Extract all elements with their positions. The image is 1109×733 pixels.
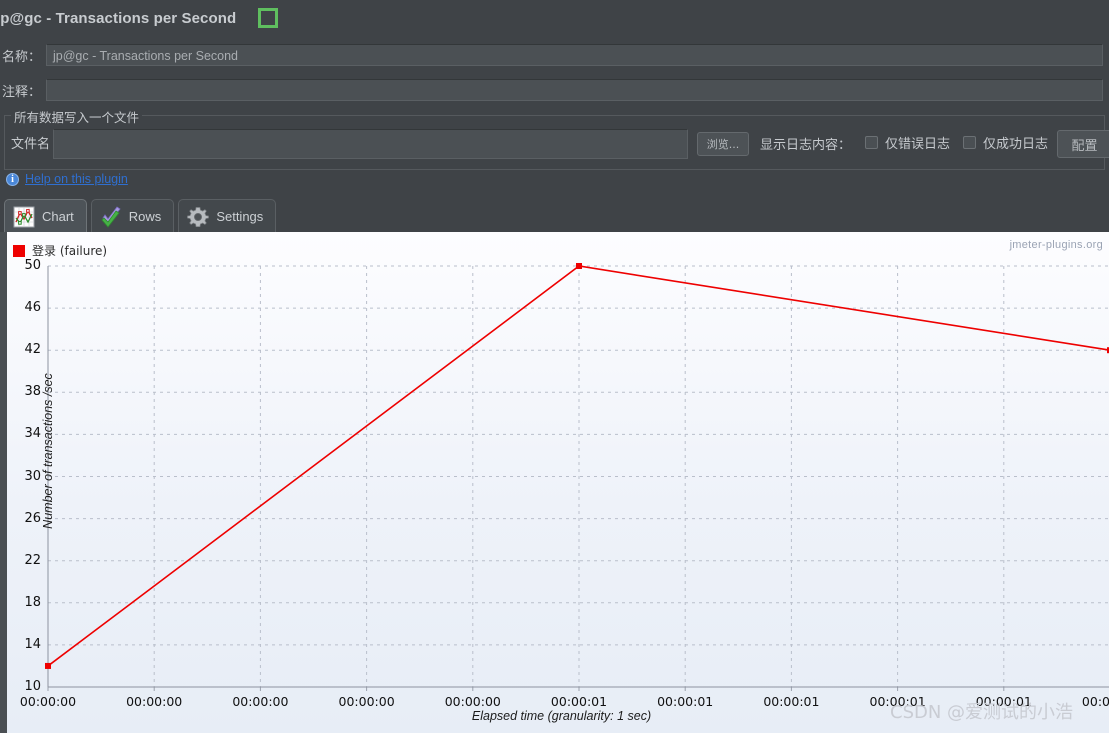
page-title: jp@gc - Transactions per Second	[0, 9, 237, 27]
filename-input[interactable]	[53, 129, 688, 159]
help-row[interactable]: i Help on this plugin	[6, 172, 128, 186]
success-only-label: 仅成功日志	[983, 137, 1049, 152]
window-titlebar: jp@gc - Transactions per Second	[0, 0, 1109, 36]
log-display-label: 显示日志内容：	[760, 138, 852, 153]
x-axis-tick: 00:00:01	[763, 694, 820, 709]
filename-label: 文件名	[11, 137, 51, 152]
file-output-group-title: 所有数据写入一个文件	[11, 107, 143, 126]
tab-rows-label: Rows	[128, 209, 162, 224]
tab-bar: Chart Rows Settings	[4, 197, 280, 233]
configure-button[interactable]: 配置	[1057, 130, 1109, 158]
y-axis-tick: 22	[24, 552, 41, 568]
x-axis-tick: 00:00:00	[126, 694, 183, 709]
name-input[interactable]: jp@gc - Transactions per Second	[46, 44, 1103, 66]
tab-settings-label: Settings	[216, 209, 264, 224]
errors-only-checkbox-box[interactable]	[865, 136, 878, 149]
info-icon: i	[6, 172, 19, 186]
browse-button[interactable]: 浏览...	[697, 132, 749, 156]
y-axis-tick: 46	[24, 300, 41, 316]
y-axis-tick: 42	[24, 342, 41, 358]
y-axis-tick: 10	[24, 679, 41, 694]
errors-only-checkbox[interactable]: 仅错误日志	[865, 133, 950, 152]
y-axis-tick: 26	[24, 510, 41, 526]
y-axis-tick: 30	[24, 468, 41, 484]
expand-icon[interactable]	[258, 8, 279, 28]
tab-rows[interactable]: Rows	[90, 199, 175, 233]
x-axis-tick: 00:00:01	[657, 694, 714, 709]
comment-label: 注释：	[2, 84, 42, 100]
page-watermark: CSDN @爱测试的小浩	[890, 702, 1074, 723]
x-axis-tick: 00:00:00	[338, 694, 395, 709]
name-label: 名称：	[2, 49, 42, 65]
comment-row: 注释：	[0, 79, 1109, 101]
x-axis-tick: 00:00:01	[550, 694, 608, 709]
checkmark-icon	[101, 205, 121, 228]
tab-settings[interactable]: Settings	[178, 199, 277, 233]
y-axis-label: Number of transactions /sec	[41, 373, 55, 529]
chart-icon	[13, 206, 35, 227]
success-only-checkbox[interactable]: 仅成功日志	[963, 133, 1048, 152]
success-only-checkbox-box[interactable]	[963, 136, 976, 149]
tab-chart[interactable]: Chart	[4, 199, 87, 233]
chart-plot-area[interactable]	[7, 232, 1109, 733]
jmeter-tps-listener-window: jp@gc - Transactions per Second 名称： jp@g…	[0, 0, 1109, 733]
y-axis-tick: 14	[24, 636, 41, 652]
x-axis-tick: 00:00:00	[232, 694, 289, 709]
y-axis-tick: 34	[24, 426, 41, 442]
tab-chart-label: Chart	[42, 209, 74, 224]
gear-icon	[187, 206, 210, 227]
errors-only-label: 仅错误日志	[885, 137, 951, 152]
name-row: 名称： jp@gc - Transactions per Second	[0, 44, 1109, 66]
x-axis-tick: 00:00:00	[19, 694, 77, 709]
comment-input[interactable]	[46, 79, 1103, 101]
help-link[interactable]: Help on this plugin	[25, 172, 128, 186]
chart-panel: 登录 (failure) jmeter-plugins.org Number o…	[0, 232, 1109, 733]
y-axis-tick: 18	[24, 594, 41, 610]
file-output-group: 所有数据写入一个文件 文件名 浏览... 显示日志内容： 仅错误日志 仅成功日志…	[4, 107, 1109, 170]
x-axis-tick: 00:00:00	[444, 694, 501, 709]
y-axis-tick: 50	[24, 258, 41, 273]
y-axis-tick: 38	[24, 384, 41, 400]
